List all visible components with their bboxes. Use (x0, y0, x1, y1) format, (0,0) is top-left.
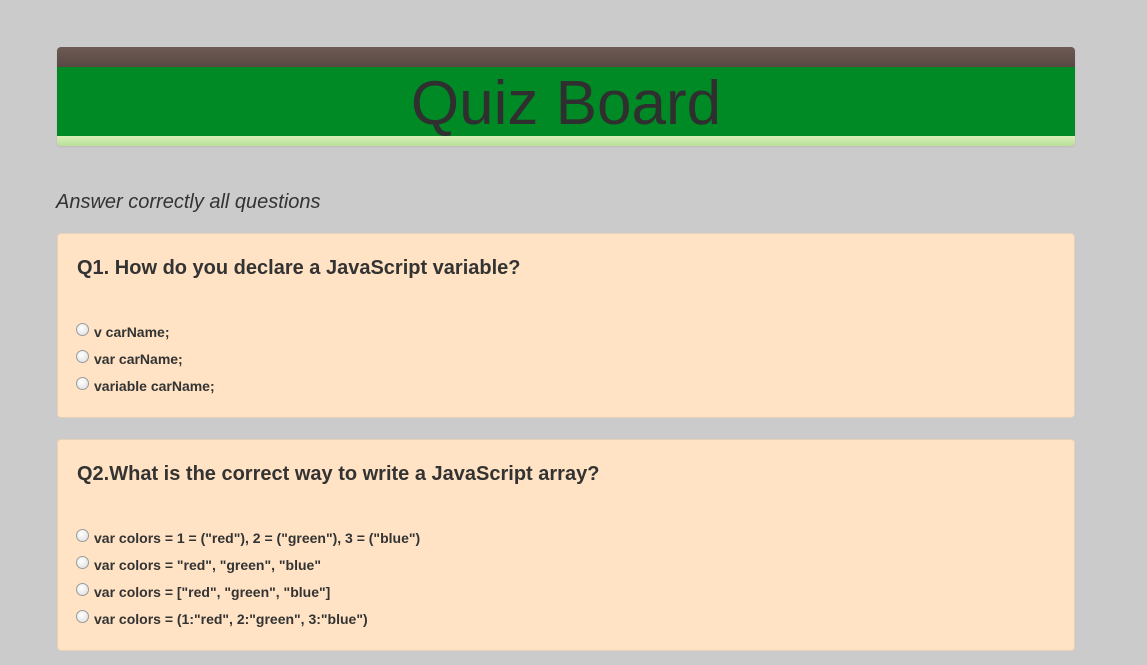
question-1-option-1[interactable]: v carName; (76, 318, 215, 345)
question-1-option-2[interactable]: var carName; (76, 345, 215, 372)
option-label: var colors = 1 = ("red"), 2 = ("green"),… (94, 529, 421, 546)
question-2-options: var colors = 1 = ("red"), 2 = ("green"),… (76, 524, 420, 632)
header-main-bar: Quiz Board (57, 67, 1075, 138)
radio-button[interactable] (76, 583, 89, 596)
question-panel-1: Q1. How do you declare a JavaScript vari… (57, 233, 1075, 418)
option-label: v carName; (94, 323, 170, 340)
option-label: var colors = "red", "green", "blue" (94, 556, 321, 573)
question-panel-2: Q2.What is the correct way to write a Ja… (57, 439, 1075, 651)
radio-button[interactable] (76, 529, 89, 542)
question-2-title: Q2.What is the correct way to write a Ja… (77, 463, 600, 485)
page-title: Quiz Board (410, 69, 722, 138)
radio-button[interactable] (76, 556, 89, 569)
radio-button[interactable] (76, 610, 89, 623)
radio-button[interactable] (76, 377, 89, 390)
header-banner: Quiz Board (57, 47, 1075, 146)
option-label: var carName; (94, 350, 183, 367)
question-2-option-4[interactable]: var colors = (1:"red", 2:"green", 3:"blu… (76, 605, 420, 632)
question-1-option-3[interactable]: variable carName; (76, 372, 215, 399)
question-2-option-3[interactable]: var colors = ["red", "green", "blue"] (76, 578, 420, 605)
question-1-title: Q1. How do you declare a JavaScript vari… (77, 257, 521, 279)
question-1-options: v carName; var carName; variable carName… (76, 318, 215, 399)
question-2-option-2[interactable]: var colors = "red", "green", "blue" (76, 551, 420, 578)
instructions-text: Answer correctly all questions (56, 191, 321, 213)
question-2-option-1[interactable]: var colors = 1 = ("red"), 2 = ("green"),… (76, 524, 420, 551)
option-label: var colors = (1:"red", 2:"green", 3:"blu… (94, 610, 368, 627)
quiz-page: Quiz Board Answer correctly all question… (0, 0, 1147, 665)
radio-button[interactable] (76, 323, 89, 336)
option-label: variable carName; (94, 377, 215, 394)
radio-button[interactable] (76, 350, 89, 363)
option-label: var colors = ["red", "green", "blue"] (94, 583, 331, 600)
header-top-strip (57, 47, 1075, 67)
